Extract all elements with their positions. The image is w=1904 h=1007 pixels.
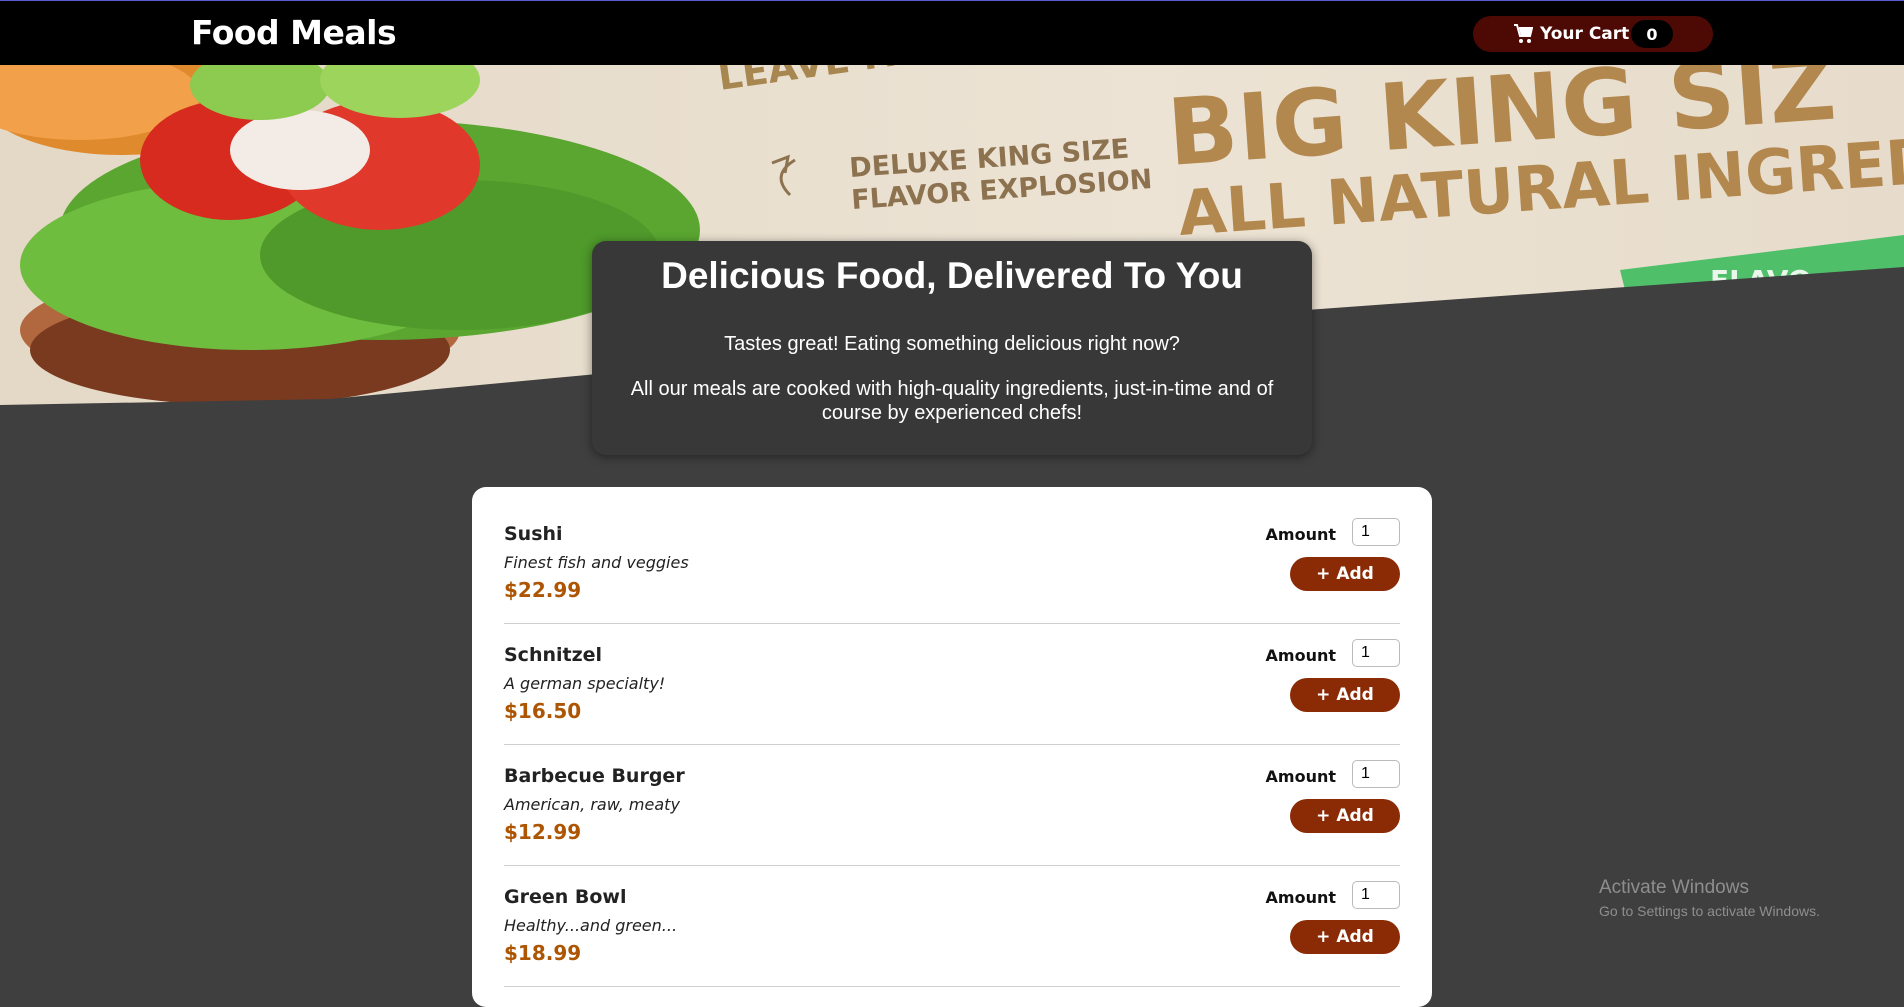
meal-price: $22.99: [504, 578, 582, 602]
meal-price: $12.99: [504, 820, 582, 844]
amount-input[interactable]: [1352, 518, 1400, 546]
amount-label: Amount: [1265, 767, 1336, 786]
meal-item-sushi: Sushi Finest fish and veggies $22.99 Amo…: [504, 503, 1400, 624]
add-button[interactable]: + Add: [1290, 799, 1400, 833]
brand-title: Food Meals: [191, 13, 397, 52]
meal-item-barbecue-burger: Barbecue Burger American, raw, meaty $12…: [504, 745, 1400, 866]
meal-description: Finest fish and veggies: [504, 553, 689, 572]
summary-line-1: Tastes great! Eating something delicious…: [724, 332, 1180, 355]
meal-name: Sushi: [504, 523, 563, 545]
amount-input[interactable]: [1352, 881, 1400, 909]
add-button[interactable]: + Add: [1290, 920, 1400, 954]
cart-button[interactable]: Your Cart 0: [1473, 16, 1713, 52]
meal-name: Green Bowl: [504, 886, 627, 908]
cart-count-badge: 0: [1631, 20, 1673, 48]
meal-description: Healthy...and green...: [504, 916, 678, 935]
meal-price: $18.99: [504, 941, 582, 965]
add-button[interactable]: + Add: [1290, 557, 1400, 591]
summary-line-2: All our meals are cooked with high-quali…: [630, 377, 1274, 424]
amount-input[interactable]: [1352, 639, 1400, 667]
add-button[interactable]: + Add: [1290, 678, 1400, 712]
amount-label: Amount: [1265, 888, 1336, 907]
amount-input[interactable]: [1352, 760, 1400, 788]
meal-name: Barbecue Burger: [504, 765, 685, 787]
summary-title: Delicious Food, Delivered To You: [661, 255, 1243, 296]
meal-item-schnitzel: Schnitzel A german specialty! $16.50 Amo…: [504, 624, 1400, 745]
summary-card: Delicious Food, Delivered To You Tastes …: [592, 241, 1312, 455]
watermark-subtitle: Go to Settings to activate Windows.: [1599, 903, 1820, 919]
amount-label: Amount: [1265, 525, 1336, 544]
windows-activation-watermark: Activate Windows Go to Settings to activ…: [1599, 877, 1820, 919]
meal-item-green-bowl: Green Bowl Healthy...and green... $18.99…: [504, 866, 1400, 987]
meal-description: American, raw, meaty: [504, 795, 680, 814]
watermark-title: Activate Windows: [1599, 877, 1749, 898]
meal-name: Schnitzel: [504, 644, 603, 666]
cart-label: Your Cart: [1540, 24, 1630, 44]
shopping-cart-icon: [1514, 24, 1533, 43]
meals-list-card: Sushi Finest fish and veggies $22.99 Amo…: [472, 487, 1432, 1007]
top-navbar: Food Meals Your Cart 0: [0, 0, 1904, 65]
meal-description: A german specialty!: [504, 674, 666, 693]
meal-price: $16.50: [504, 699, 582, 723]
amount-label: Amount: [1265, 646, 1336, 665]
